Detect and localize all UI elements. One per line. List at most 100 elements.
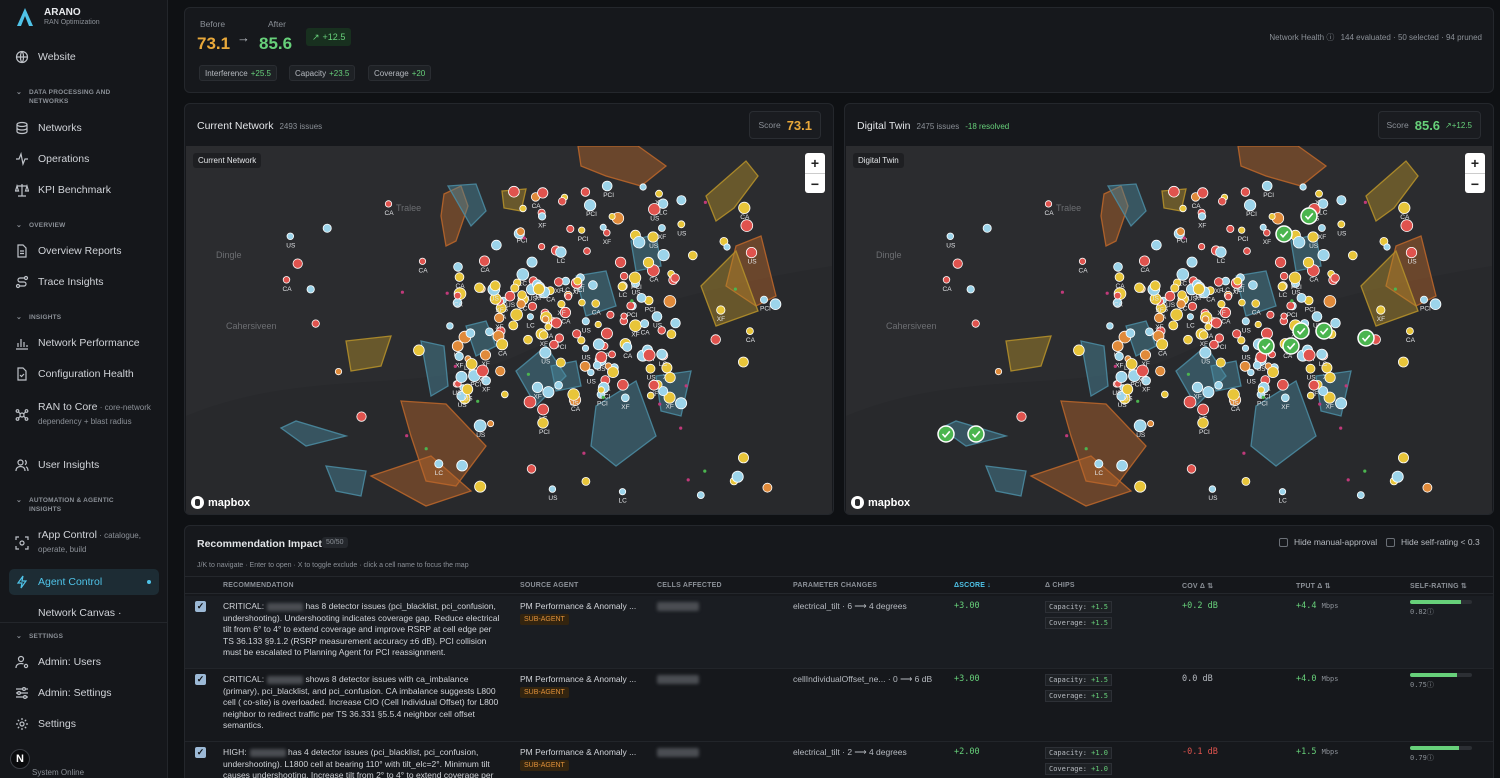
- hide-manual-toggle[interactable]: Hide manual-approval: [1279, 537, 1377, 547]
- cell-marker: [1376, 305, 1386, 315]
- cell-type-label: PCI: [597, 401, 608, 408]
- cell-marker: [642, 348, 656, 362]
- section-data-processing[interactable]: ⌄ DATA PROCESSING AND NETWORKS: [16, 88, 134, 106]
- redacted-cell-name[interactable]: [267, 602, 304, 611]
- table-row[interactable]: ✓ CRITICAL: shows 8 detector issues with …: [185, 669, 1493, 742]
- col-delta-chips[interactable]: Δ CHIPS: [1045, 582, 1075, 589]
- sidebar-item-overview-reports[interactable]: Overview Reports: [9, 238, 159, 264]
- sidebar-item-configuration-health[interactable]: Configuration Health: [9, 361, 159, 387]
- cell-marker: [1252, 361, 1262, 370]
- section-insights[interactable]: ⌄ INSIGHTS: [16, 313, 61, 322]
- cell-marker: [1115, 370, 1128, 383]
- cell-type-label: XF: [479, 377, 487, 384]
- cell-type-label: PCI: [517, 238, 528, 245]
- sidebar-item-trace-insights[interactable]: Trace Insights: [9, 269, 159, 295]
- info-icon[interactable]: ⓘ: [1427, 608, 1434, 616]
- checkbox[interactable]: [1279, 537, 1288, 547]
- map-canvas[interactable]: TraleeDingleCahersiveenCACAPCIUSUSUSLCXF…: [846, 146, 1492, 514]
- cell-marker: [1330, 273, 1340, 283]
- digital-twin-map[interactable]: TraleeDingleCahersiveenCACAPCIUSUSUSLCXF…: [846, 146, 1492, 514]
- cell-type-label: XF: [1263, 239, 1271, 246]
- table-row[interactable]: ✓ CRITICAL: has 8 detector issues (pci_bl…: [185, 596, 1493, 669]
- row-checkbox[interactable]: ✓: [195, 674, 206, 685]
- place-label: Cahersiveen: [886, 321, 937, 331]
- cell-marker: [510, 283, 520, 293]
- col-cells-affected[interactable]: CELLS AFFECTED: [657, 582, 722, 589]
- checkbox[interactable]: [1386, 537, 1395, 547]
- cell-marker: [1302, 256, 1315, 269]
- resolved-marker: [1257, 337, 1275, 355]
- cell-type-label: PCI: [631, 284, 642, 291]
- cell-marker: [1197, 417, 1209, 429]
- cells-affected-redacted[interactable]: [657, 675, 699, 684]
- cell-marker: [581, 317, 590, 326]
- cell-marker: [629, 319, 642, 333]
- zoom-in-button[interactable]: +: [1465, 153, 1485, 173]
- col-parameter-changes[interactable]: PARAMETER CHANGES: [793, 582, 877, 589]
- zoom-out-button[interactable]: −: [1465, 173, 1485, 193]
- row-checkbox[interactable]: ✓: [195, 601, 206, 612]
- sidebar-item-website[interactable]: Website: [9, 44, 159, 70]
- cell-marker: [384, 200, 393, 208]
- sidebar-item-rapp-control[interactable]: rApp Control · catalogue, operate, build: [9, 526, 159, 560]
- hide-self-rating-toggle[interactable]: Hide self-rating < 0.3: [1386, 537, 1480, 547]
- mapbox-logo[interactable]: mapbox: [851, 496, 910, 509]
- row-checkbox[interactable]: ✓: [195, 747, 206, 758]
- sidebar-item-kpi-benchmark[interactable]: KPI Benchmark: [9, 177, 159, 203]
- current-network-map[interactable]: TraleeDingleCahersiveenCACAPCIUSUSUSLCXF…: [186, 146, 832, 514]
- cell-marker: [1296, 292, 1307, 303]
- sidebar-item-user-insights[interactable]: User Insights: [9, 452, 159, 478]
- cell-type-label: PCI: [586, 211, 597, 218]
- zoom-out-button[interactable]: −: [805, 173, 825, 193]
- cell-marker: [645, 363, 656, 374]
- section-settings[interactable]: ⌄ SETTINGS: [16, 632, 63, 641]
- cell-type-label: US: [476, 432, 486, 439]
- source-agent[interactable]: PM Performance & Anomaly ...: [520, 674, 636, 684]
- section-overview[interactable]: ⌄ OVERVIEW: [16, 221, 66, 230]
- source-agent[interactable]: PM Performance & Anomaly ...: [520, 747, 636, 757]
- cell-type-label: US: [946, 242, 956, 249]
- sidebar-item-settings[interactable]: Settings: [9, 711, 159, 737]
- cell-type-label: XF: [631, 332, 639, 339]
- mapbox-logo[interactable]: mapbox: [191, 496, 250, 509]
- cell-marker: [286, 232, 294, 240]
- info-icon[interactable]: ⓘ: [1427, 754, 1434, 762]
- section-automation[interactable]: ⌄ AUTOMATION & AGENTIC INSIGHTS: [16, 496, 129, 514]
- col-tput-delta[interactable]: TPUT Δ ⇅: [1296, 582, 1331, 590]
- sidebar-item-ran-to-core[interactable]: RAN to Core · core-network dependency + …: [9, 398, 159, 444]
- sidebar-item-admin-users[interactable]: Admin: Users: [9, 649, 159, 675]
- source-agent[interactable]: PM Performance & Anomaly ...: [520, 601, 636, 611]
- cell-marker: [607, 366, 619, 379]
- cells-affected-redacted[interactable]: [657, 748, 699, 757]
- avatar[interactable]: N: [10, 748, 30, 769]
- sidebar-item-network-performance[interactable]: Network Performance: [9, 330, 159, 356]
- chip-capacity: Capacity: +1.5: [1045, 674, 1113, 686]
- sidebar-item-network-canvas[interactable]: Network Canvas ·: [9, 600, 159, 618]
- col-source-agent[interactable]: SOURCE AGENT: [520, 582, 579, 589]
- cell-type-label: CA: [1192, 203, 1202, 210]
- cell-marker: [1197, 212, 1207, 221]
- cell-marker: [591, 299, 601, 308]
- sidebar-item-admin-settings[interactable]: Admin: Settings: [9, 680, 159, 706]
- info-icon[interactable]: ⓘ: [1427, 681, 1434, 689]
- redacted-cell-name[interactable]: [249, 748, 286, 757]
- info-icon[interactable]: ⓘ: [1326, 33, 1334, 42]
- brand[interactable]: ARANO RAN Optimization: [14, 5, 100, 29]
- cell-marker: [738, 201, 751, 215]
- gear-icon: [15, 717, 29, 731]
- sidebar-item-agent-control[interactable]: Agent Control: [9, 569, 159, 595]
- col-delta-score[interactable]: ΔSCORE ↓: [954, 582, 991, 589]
- redacted-cell-name[interactable]: [267, 675, 304, 684]
- col-self-rating[interactable]: SELF-RATING ⇅: [1410, 582, 1467, 590]
- small-marker: [1290, 299, 1294, 303]
- cell-marker: [1226, 224, 1235, 233]
- sidebar-item-operations[interactable]: Operations: [9, 146, 159, 172]
- col-recommendation[interactable]: RECOMMENDATION: [223, 582, 294, 589]
- cells-affected-redacted[interactable]: [657, 602, 699, 611]
- col-cov-delta[interactable]: COV Δ ⇅: [1182, 582, 1213, 590]
- sidebar-item-networks[interactable]: Networks: [9, 115, 159, 141]
- zoom-in-button[interactable]: +: [805, 153, 825, 173]
- table-row[interactable]: ✓ HIGH: has 4 detector issues (pci_blackl…: [185, 742, 1493, 778]
- map-canvas[interactable]: TraleeDingleCahersiveenCACAPCIUSUSUSLCXF…: [186, 146, 832, 514]
- cell-marker: [1187, 301, 1198, 311]
